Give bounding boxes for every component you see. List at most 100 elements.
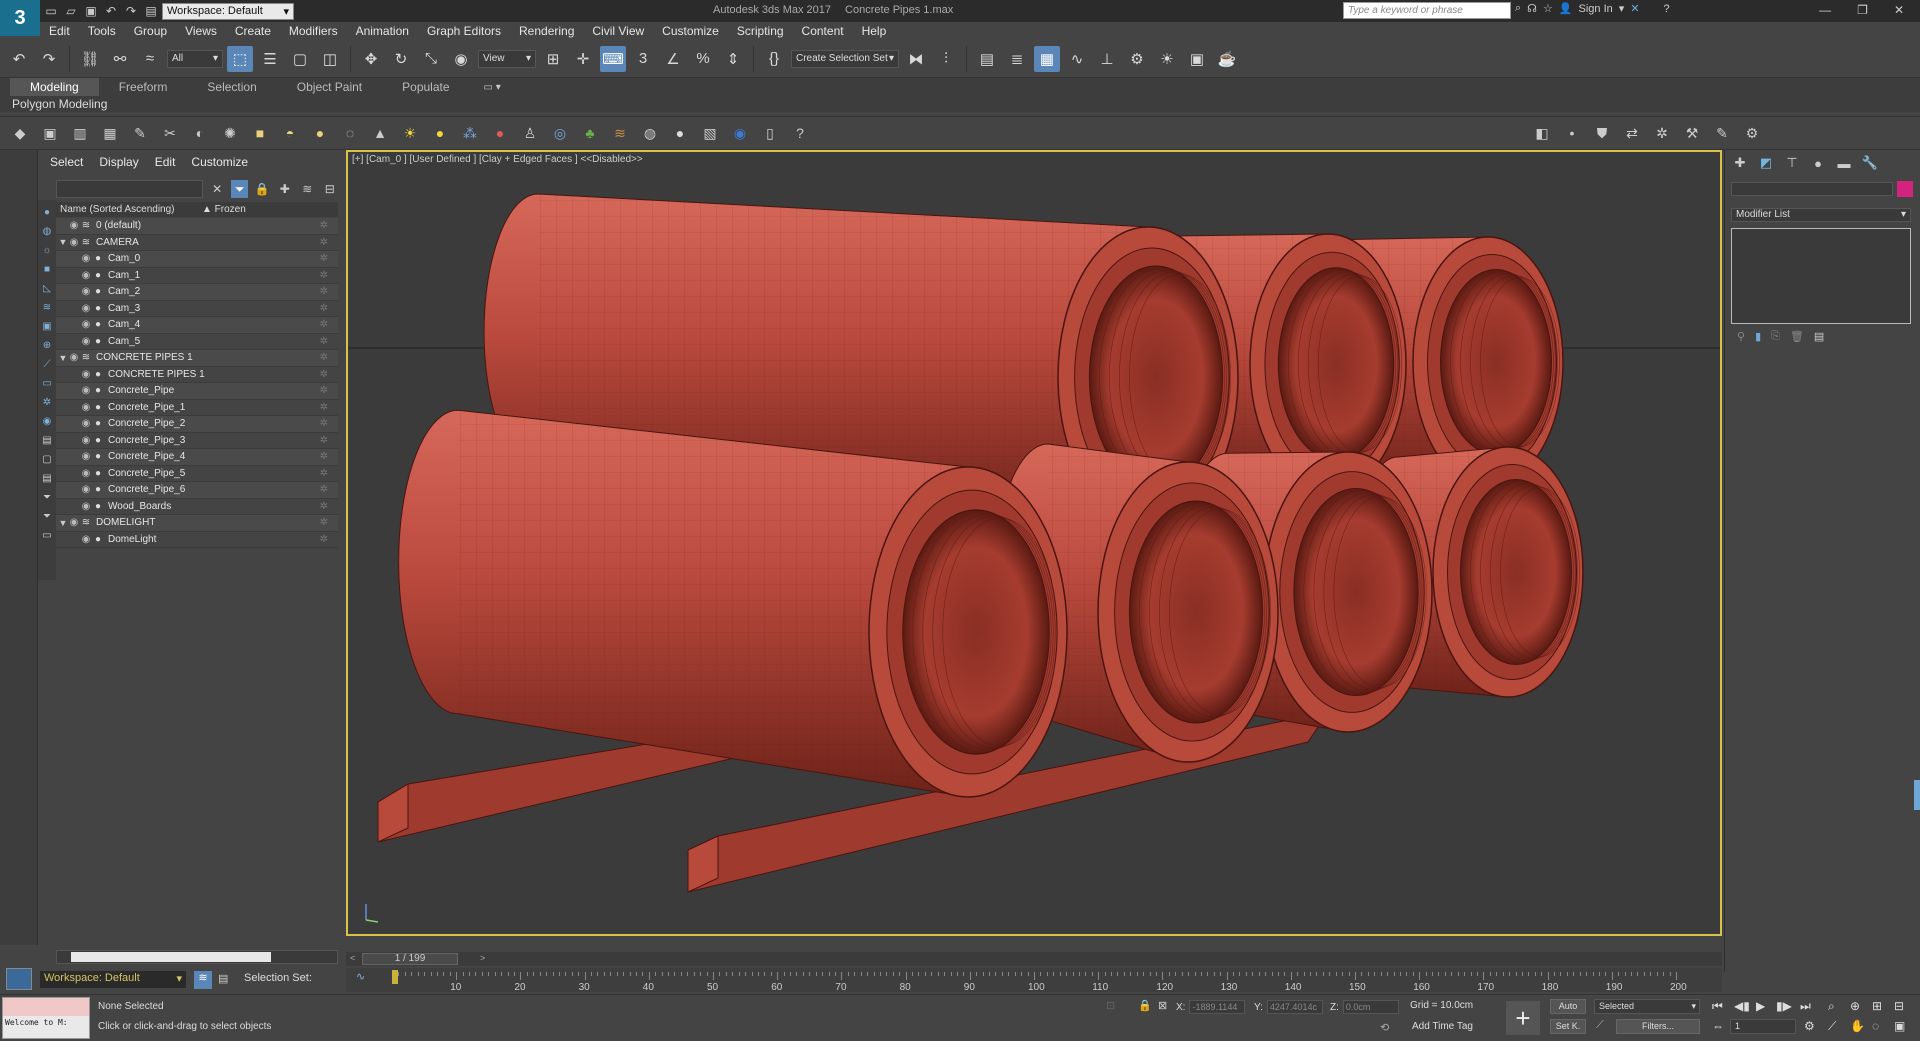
sphere-primitive-icon[interactable]: ● xyxy=(308,121,332,145)
track-bar[interactable]: ∿ 10 20 30 40 50 60 70 80 90 100 110 120 130 140 150 16… xyxy=(346,968,1722,993)
key-filters-button[interactable]: Filters... xyxy=(1616,1019,1700,1034)
zoom-all-icon[interactable]: ⊕ xyxy=(1850,999,1860,1013)
visibility-eye-icon[interactable]: ◉ xyxy=(80,286,92,297)
next-frame-icon[interactable]: ▮▶ xyxy=(1776,999,1792,1013)
arrows-icon[interactable]: ⇄ xyxy=(1620,121,1644,145)
tab-populate[interactable]: Populate xyxy=(382,78,469,96)
tree-row[interactable]: ◉ ● Concrete_Pipe_2 ✲ xyxy=(56,416,338,433)
maxscript-input[interactable] xyxy=(3,998,89,1016)
keyboard-shortcut-toggle-icon[interactable]: ⌨ xyxy=(600,45,626,72)
freeze-icon[interactable]: ⛊ xyxy=(1590,121,1614,145)
torus-primitive-icon[interactable]: ◌ xyxy=(338,121,362,145)
scrollbar-thumb[interactable] xyxy=(71,952,271,962)
scatter-icon[interactable]: ⁂ xyxy=(458,121,482,145)
cone-primitive-icon[interactable]: ▲ xyxy=(368,121,392,145)
display-folder-icon[interactable]: ▭ xyxy=(39,527,55,544)
display-geometry-icon[interactable]: ● xyxy=(39,204,55,221)
isolate-icon[interactable]: ⊡ xyxy=(1106,999,1115,1012)
wrench-icon[interactable]: ⚙ xyxy=(1740,121,1764,145)
material-editor-icon[interactable]: ⚙ xyxy=(1124,46,1150,72)
named-selection-dropdown[interactable]: Create Selection Set ▾ xyxy=(791,49,899,68)
sign-in-link[interactable]: Sign In xyxy=(1579,3,1613,15)
visibility-eye-icon[interactable]: ◉ xyxy=(80,501,92,512)
add-time-tag[interactable]: Add Time Tag xyxy=(1412,1021,1473,1032)
tree-row[interactable]: ◉ ● Concrete_Pipe_1 ✲ xyxy=(56,400,338,416)
show-end-result-icon[interactable]: ▮ xyxy=(1755,330,1761,343)
favorites-star-icon[interactable]: ☆ xyxy=(1543,2,1553,15)
shader-icon[interactable]: ◉ xyxy=(728,121,752,145)
freeze-toggle-icon[interactable]: ✲ xyxy=(320,468,328,479)
visibility-eye-icon[interactable]: ◉ xyxy=(80,336,92,347)
menu-civil-view[interactable]: Civil View xyxy=(583,22,653,40)
freeze-toggle-icon[interactable]: ✲ xyxy=(320,237,328,248)
utilities-tab-icon[interactable]: 🔧 xyxy=(1861,154,1879,172)
select-manipulate-icon[interactable]: ✛ xyxy=(570,46,596,72)
fov-icon[interactable]: ⟋ xyxy=(1828,1019,1836,1034)
toggle-ribbon-icon[interactable]: ▦ xyxy=(1034,45,1060,72)
visibility-eye-icon[interactable]: ◉ xyxy=(80,451,92,462)
display-cameras-icon[interactable]: ■ xyxy=(39,261,55,278)
tree-row[interactable]: ◉ ● Concrete_Pipe_3 ✲ xyxy=(56,433,338,449)
tree-row[interactable]: ◉ ● Wood_Boards ✲ xyxy=(56,499,338,515)
tree-row[interactable]: ◉ ● Concrete_Pipe_5 ✲ xyxy=(56,466,338,482)
display-all-icon[interactable]: ▤ xyxy=(39,470,55,487)
tab-modeling[interactable]: Modeling xyxy=(10,78,99,96)
visibility-eye-icon[interactable]: ◉ xyxy=(80,484,92,495)
document-icon[interactable]: ▯ xyxy=(758,121,782,145)
tab-freeform[interactable]: Freeform xyxy=(99,78,188,96)
workspace-dropdown[interactable]: Workspace: Default ▾ xyxy=(162,2,294,20)
tab-selection[interactable]: Selection xyxy=(187,78,276,96)
tree-row[interactable]: ◉ ● Concrete_Pipe_6 ✲ xyxy=(56,482,338,499)
freeze-toggle-icon[interactable]: ✲ xyxy=(320,435,328,446)
make-unique-icon[interactable]: ⎘ xyxy=(1771,330,1780,343)
layer-explorer-icon[interactable]: ≣ xyxy=(1004,46,1030,72)
menu-create[interactable]: Create xyxy=(226,22,280,40)
display-lights-icon[interactable]: ☼ xyxy=(39,242,55,259)
time-slider-prev-icon[interactable]: < xyxy=(350,953,355,963)
menu-rendering[interactable]: Rendering xyxy=(510,22,583,40)
time-slider[interactable]: < 1 / 199 > xyxy=(346,952,1722,966)
display-filter-icon[interactable]: ⏷ xyxy=(39,489,55,506)
absolute-mode-icon[interactable]: ⊠ xyxy=(1158,999,1167,1012)
viewport-icon[interactable]: ◆ xyxy=(8,121,32,145)
move-icon[interactable]: ✥ xyxy=(358,46,384,72)
hair-icon[interactable]: ≋ xyxy=(608,121,632,145)
angle-snap-icon[interactable]: ∠ xyxy=(660,46,686,72)
modifier-stack[interactable] xyxy=(1731,228,1911,324)
window-crossing-icon[interactable]: ◫ xyxy=(317,46,343,72)
help-icon[interactable]: ? xyxy=(1664,3,1670,15)
ribbon-options-icon[interactable]: ▭ ▾ xyxy=(484,82,501,93)
box-primitive-icon[interactable]: ■ xyxy=(248,121,272,145)
binoculars-icon[interactable]: ⌕ xyxy=(1515,2,1521,15)
freeze-toggle-icon[interactable]: ✲ xyxy=(320,517,328,528)
visibility-eye-icon[interactable]: ◉ xyxy=(68,220,80,231)
display-bones-icon[interactable]: ⟋ xyxy=(39,356,55,373)
modify-tab-icon[interactable]: ◩ xyxy=(1757,154,1775,172)
visibility-eye-icon[interactable]: ◉ xyxy=(80,253,92,264)
visibility-eye-icon[interactable]: ◉ xyxy=(80,385,92,396)
unlink-icon[interactable]: ⚯ xyxy=(107,46,133,72)
render-setup-icon[interactable]: ☀ xyxy=(1154,46,1180,72)
rig-icon[interactable]: ♙ xyxy=(518,121,542,145)
tree-row[interactable]: ◉ ● DomeLight ✲ xyxy=(56,532,338,548)
freeze-toggle-icon[interactable]: ✲ xyxy=(320,286,328,297)
open-file-icon[interactable]: ▱ xyxy=(62,2,80,20)
freeze-toggle-icon[interactable]: ✲ xyxy=(320,418,328,429)
play-icon[interactable]: ▶ xyxy=(1756,999,1765,1013)
freeze-toggle-icon[interactable]: ✲ xyxy=(320,270,328,281)
y-field[interactable]: 4247.4014c xyxy=(1266,1000,1323,1014)
tree-row[interactable]: ◉ ● Concrete_Pipe_4 ✲ xyxy=(56,449,338,466)
edit-tools-icon[interactable]: ✎ xyxy=(1710,121,1734,145)
scale-icon[interactable]: ⤡ xyxy=(418,46,444,72)
menu-animation[interactable]: Animation xyxy=(347,22,418,40)
freeze-toggle-icon[interactable]: ✲ xyxy=(320,319,328,330)
time-tag-icon[interactable]: ⟲ xyxy=(1380,1021,1389,1034)
current-frame-marker[interactable] xyxy=(392,970,398,984)
dynamics-icon[interactable]: ● xyxy=(488,121,512,145)
expand-toggle-icon[interactable]: ▼ xyxy=(58,518,68,528)
help-search-input[interactable]: Type a keyword or phrase xyxy=(1343,2,1511,19)
pivot-center-icon[interactable]: ⊞ xyxy=(540,46,566,72)
freeze-toggle-icon[interactable]: ✲ xyxy=(320,385,328,396)
menu-scripting[interactable]: Scripting xyxy=(728,22,793,40)
pan-view-icon[interactable]: ✋ xyxy=(1850,1019,1865,1033)
